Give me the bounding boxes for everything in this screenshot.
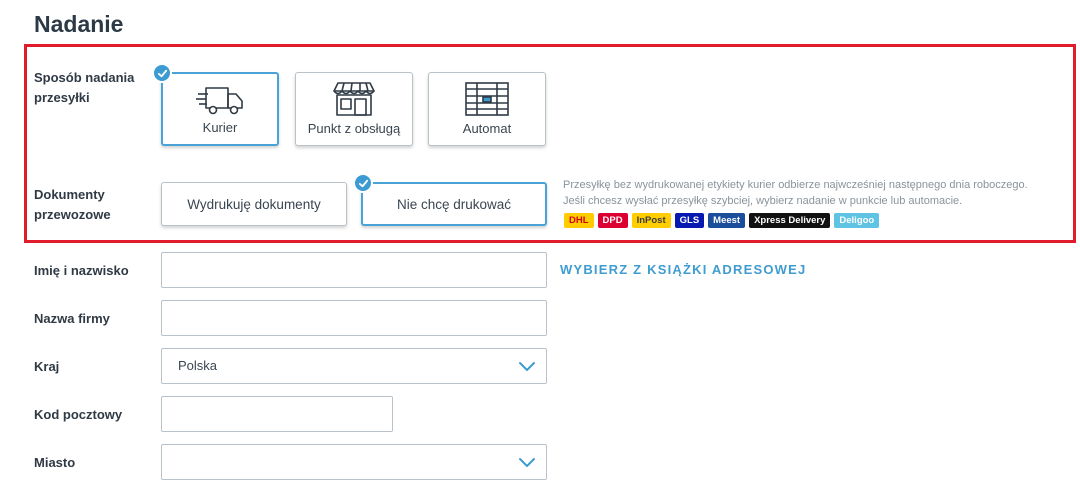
no-print-button[interactable]: Nie chcę drukować (361, 182, 547, 226)
city-select[interactable] (161, 444, 547, 480)
postal-code-input[interactable] (161, 396, 393, 432)
truck-icon (196, 87, 243, 115)
postal-code-label: Kod pocztowy (34, 407, 123, 422)
company-input[interactable] (161, 300, 547, 336)
carrier-badge: DPD (597, 213, 628, 228)
name-label: Imię i nazwisko (34, 263, 129, 278)
carrier-badge: DHL (564, 213, 594, 228)
shipping-method-label-line2: przesyłki (34, 90, 90, 105)
country-select-value: Polska (178, 358, 218, 373)
carrier-badge: Deligoo (834, 213, 880, 228)
company-label: Nazwa firmy (34, 311, 110, 326)
shipping-method-label-line1: Sposób nadania (34, 70, 135, 85)
carrier-badge: GLS (674, 213, 705, 228)
method-parcel-locker-card[interactable]: Automat (428, 72, 546, 146)
method-courier-card[interactable]: Kurier (161, 72, 279, 146)
no-print-info: Przesyłkę bez wydrukowanej etykiety kuri… (563, 177, 1073, 209)
name-input[interactable] (161, 252, 547, 288)
country-label: Kraj (34, 359, 60, 374)
address-book-link[interactable]: WYBIERZ Z KSIĄŻKI ADRESOWEJ (560, 262, 806, 277)
info-line-1: Przesyłkę bez wydrukowanej etykiety kuri… (563, 179, 1028, 191)
city-label: Miasto (34, 455, 76, 470)
country-select[interactable]: Polska (161, 348, 547, 384)
documents-label-line1: Dokumenty (34, 187, 105, 202)
carrier-badge: Meest (708, 213, 746, 228)
method-service-point-label: Punkt z obsługą (307, 121, 401, 136)
documents-label-line2: przewozowe (34, 207, 111, 222)
carrier-badge: InPost (631, 213, 671, 228)
chevron-down-icon (519, 458, 535, 467)
parcel-locker-icon (465, 82, 509, 116)
courier-selected-check-icon (152, 63, 172, 83)
page-title: Nadanie (34, 11, 124, 37)
no-print-selected-check-icon (353, 173, 373, 193)
method-service-point-card[interactable]: Punkt z obsługą (295, 72, 413, 146)
carrier-badges: DHL DPD InPost GLS Meest Xpress Delivery Delig… (564, 213, 880, 228)
print-documents-button[interactable]: Wydrukuję dokumenty (161, 182, 347, 226)
shop-icon (333, 82, 375, 116)
info-line-2: Jeśli chcesz wysłać przesyłkę szybciej, … (563, 195, 963, 207)
chevron-down-icon (519, 362, 535, 371)
method-courier-label: Kurier (202, 120, 238, 135)
shipping-method-label: Sposób nadania przesyłki (34, 68, 134, 108)
method-parcel-locker-label: Automat (462, 121, 512, 136)
carrier-badge: Xpress Delivery (749, 213, 831, 228)
documents-label: Dokumenty przewozowe (34, 185, 111, 225)
